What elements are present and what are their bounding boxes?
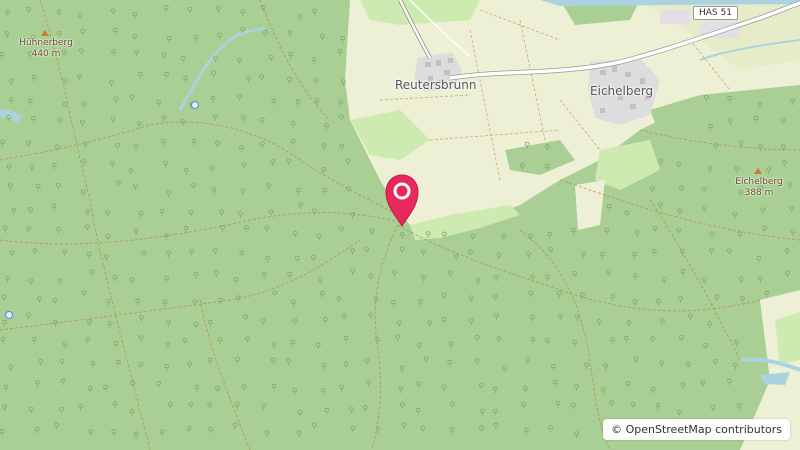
road-shield: HAS 51 bbox=[693, 6, 738, 20]
peak-eichelberg-label: Eichelberg 388 m bbox=[722, 177, 796, 199]
peak-huhnerberg-icon bbox=[41, 30, 49, 36]
spring-icon bbox=[5, 311, 13, 319]
peak-eichelberg-name: Eichelberg bbox=[735, 177, 783, 187]
spring-icon bbox=[191, 101, 199, 109]
location-marker-icon[interactable] bbox=[382, 172, 422, 228]
peak-huhnerberg-name: Hühnerberg bbox=[19, 38, 73, 48]
map-attribution: © OpenStreetMap contributors bbox=[603, 419, 790, 440]
place-reutersbrunn: Reutersbrunn bbox=[395, 78, 477, 92]
peak-eichelberg-icon bbox=[754, 168, 762, 174]
peak-huhnerberg-label: Hühnerberg 440 m bbox=[8, 38, 84, 60]
peak-huhnerberg-elevation: 440 m bbox=[31, 49, 61, 59]
copyright-symbol: © bbox=[611, 423, 623, 436]
place-eichelberg: Eichelberg bbox=[590, 84, 654, 98]
map-view[interactable]: Hühnerberg 440 m Eichelberg 388 m Reuter… bbox=[0, 0, 800, 450]
peak-eichelberg-elevation: 388 m bbox=[744, 188, 774, 198]
osm-attribution-link[interactable]: OpenStreetMap contributors bbox=[626, 423, 782, 436]
